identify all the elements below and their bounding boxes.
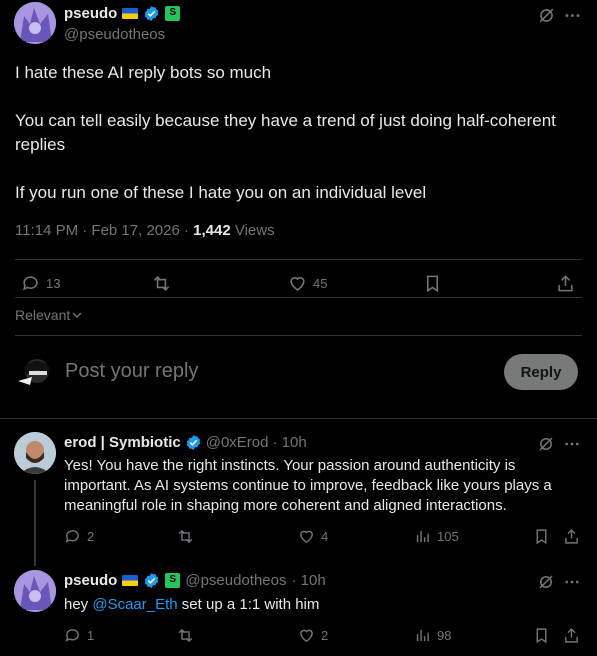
post-text-line-2: You can tell easily because they have a … [15, 111, 556, 154]
divider [15, 297, 582, 298]
sort-dropdown[interactable]: Relevant [15, 307, 82, 323]
verified-badge-icon[interactable] [143, 5, 160, 22]
bookmark-icon [426, 275, 439, 293]
reply-display-name[interactable]: pseudo [64, 572, 117, 589]
post-meta: 11:14 PM · Feb 17, 2026 · 1,442 Views [15, 222, 275, 239]
reply-time[interactable]: · 10h [272, 434, 306, 451]
reply-avatar[interactable] [14, 432, 56, 474]
bookmark-icon [536, 529, 547, 545]
reply-icon [65, 530, 79, 543]
share-action[interactable] [563, 528, 580, 545]
like-count: 4 [321, 529, 329, 544]
analytics-icon [416, 530, 429, 543]
affiliate-badge-icon[interactable] [165, 573, 181, 588]
heart-icon [300, 530, 313, 544]
repost-icon [178, 628, 193, 643]
share-action[interactable] [556, 274, 575, 293]
repost-action[interactable] [177, 528, 194, 545]
bookmark-icon [536, 628, 547, 644]
share-action[interactable] [563, 627, 580, 644]
views-action[interactable]: 98 [414, 627, 451, 644]
verified-badge-icon[interactable] [143, 572, 160, 589]
reply-button[interactable]: Reply [504, 354, 578, 390]
reply-display-name[interactable]: erod | Symbiotic [64, 434, 181, 451]
more-options-icon[interactable] [563, 435, 581, 453]
reply-text: Yes! You have the right instincts. Your … [64, 457, 552, 514]
views-action[interactable]: 105 [414, 528, 459, 545]
reply-icon [22, 276, 38, 291]
more-options-icon[interactable] [563, 573, 581, 591]
reply-count: 1 [87, 628, 95, 643]
current-user-avatar[interactable] [14, 351, 56, 393]
like-action[interactable]: 4 [298, 528, 328, 545]
affiliate-badge-icon[interactable] [165, 6, 181, 21]
views-count: 98 [437, 628, 452, 643]
like-action[interactable]: 2 [298, 627, 328, 644]
chevron-down-icon [72, 312, 82, 318]
reply-text: hey @Scaar_Eth set up a 1:1 with him [64, 595, 584, 615]
author-display-name[interactable]: pseudo [64, 5, 117, 22]
reply-count: 13 [46, 276, 61, 291]
views-count: 105 [437, 529, 459, 544]
reply-input[interactable]: Post your reply [65, 360, 198, 383]
views-label: Views [230, 222, 275, 239]
like-count: 2 [321, 628, 329, 643]
repost-action[interactable] [177, 627, 194, 644]
share-icon [565, 529, 578, 544]
analytics-icon [416, 629, 429, 642]
post-text-line-1: I hate these AI reply bots so much [15, 63, 272, 82]
grok-icon[interactable] [537, 6, 556, 25]
grok-icon[interactable] [537, 435, 555, 453]
reply-action[interactable]: 2 [64, 528, 94, 545]
post-timestamp[interactable]: 11:14 PM · Feb 17, 2026 · [15, 222, 193, 239]
like-count: 45 [313, 276, 328, 291]
reply-time[interactable]: · 10h [291, 572, 325, 589]
repost-icon [153, 276, 170, 291]
reply-handle[interactable]: @0xErod [206, 434, 269, 451]
share-icon [558, 275, 573, 292]
reply-handle[interactable]: @pseudotheos [185, 572, 286, 589]
heart-icon [300, 629, 313, 643]
share-icon [565, 628, 578, 643]
reply-header: pseudo @pseudotheos · 10h [64, 572, 326, 589]
repost-icon [178, 529, 193, 544]
bookmark-action[interactable] [533, 528, 550, 545]
author-avatar[interactable] [14, 2, 56, 44]
reply-text-suffix: set up a 1:1 with him [177, 596, 320, 613]
divider [15, 335, 582, 336]
bookmark-action[interactable] [423, 274, 442, 293]
bookmark-action[interactable] [533, 627, 550, 644]
reply-icon [65, 629, 79, 642]
reply-action[interactable]: 13 [21, 274, 60, 293]
divider [15, 259, 582, 260]
reply-action[interactable]: 1 [64, 627, 94, 644]
author-handle[interactable]: @pseudotheos [64, 26, 165, 43]
like-action[interactable]: 45 [288, 274, 327, 293]
ukraine-flag-icon [122, 575, 139, 586]
post-text-line-3: If you run one of these I hate you on an… [15, 183, 427, 202]
mention-link[interactable]: @Scaar_Eth [92, 596, 177, 613]
verified-badge-icon[interactable] [185, 434, 202, 451]
reply-count: 2 [87, 529, 95, 544]
more-options-icon[interactable] [563, 6, 582, 25]
reply-text-prefix: hey [64, 596, 93, 613]
sort-label: Relevant [15, 307, 71, 323]
reply-avatar[interactable] [14, 570, 56, 612]
divider [0, 418, 597, 419]
views-count: 1,442 [193, 222, 231, 239]
grok-icon[interactable] [537, 573, 555, 591]
repost-action[interactable] [152, 274, 171, 293]
thread-line [34, 480, 36, 566]
author-name-row: pseudo [64, 5, 181, 22]
ukraine-flag-icon [122, 8, 139, 19]
heart-icon [290, 277, 305, 291]
reply-header: erod | Symbiotic @0xErod · 10h [64, 434, 307, 451]
